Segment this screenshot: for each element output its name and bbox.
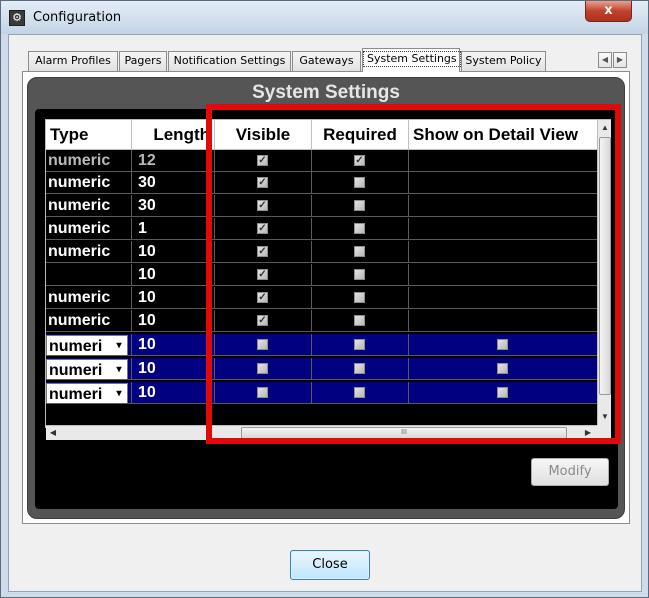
tab-label: System Policy [465, 54, 542, 67]
type-cell[interactable]: numeric [46, 218, 132, 240]
length-cell[interactable]: 12 [132, 150, 215, 172]
type-dropdown-value: numeri [49, 362, 103, 379]
length-cell[interactable]: 30 [132, 195, 215, 217]
type-cell[interactable]: numeri ▾ [46, 334, 132, 356]
gear-icon: ⚙ [9, 10, 25, 26]
title-bar[interactable]: ⚙ Configuration x [1, 1, 648, 34]
chevron-down-icon[interactable]: ▾ [111, 336, 127, 355]
tab-notification-settings[interactable]: Notification Settings [168, 51, 291, 71]
type-cell[interactable]: numeric [46, 310, 132, 332]
type-dropdown[interactable]: numeri ▾ [46, 359, 128, 379]
length-cell[interactable]: 10 [132, 264, 215, 286]
tab-scroll-right-icon[interactable]: ▶ [613, 52, 627, 68]
tab-label: Gateways [299, 54, 354, 67]
chevron-down-icon[interactable]: ▾ [111, 384, 127, 403]
type-dropdown-value: numeri [49, 386, 103, 403]
tab-gateways[interactable]: Gateways [292, 51, 361, 71]
window-close-button[interactable]: x [585, 1, 632, 22]
close-button[interactable]: Close [290, 550, 370, 580]
tab-scroll-left-icon[interactable]: ◀ [598, 52, 612, 68]
type-cell[interactable]: numeri ▾ [46, 358, 132, 380]
type-cell[interactable]: numeri ▾ [46, 382, 132, 404]
tab-label: Pagers [124, 54, 162, 67]
tab-pagers[interactable]: Pagers [119, 51, 167, 71]
length-cell[interactable]: 10 [132, 358, 215, 380]
length-cell[interactable]: 30 [132, 172, 215, 194]
type-cell[interactable]: numeric [46, 241, 132, 263]
column-header[interactable]: Type [46, 120, 132, 150]
type-dropdown[interactable]: numeri ▾ [46, 383, 128, 403]
chevron-down-icon[interactable]: ▾ [111, 360, 127, 379]
tab-system-policy[interactable]: System Policy [461, 51, 546, 71]
tab-label: System Settings [363, 51, 461, 67]
tab-label: Notification Settings [173, 54, 286, 67]
tab-alarm-profiles[interactable]: Alarm Profiles [28, 51, 118, 71]
type-cell[interactable]: numeric [46, 172, 132, 194]
length-cell[interactable]: 10 [132, 382, 215, 404]
tab-label: Alarm Profiles [35, 54, 111, 67]
highlight-annotation-box [206, 104, 621, 444]
length-cell[interactable]: 1 [132, 218, 215, 240]
window-title: Configuration [33, 10, 122, 25]
length-cell[interactable]: 10 [132, 287, 215, 309]
modify-button[interactable]: Modify [531, 458, 609, 486]
type-cell[interactable]: numeric [46, 150, 132, 172]
scroll-left-icon[interactable]: ◀ [46, 426, 60, 440]
type-cell[interactable]: numeric [46, 287, 132, 309]
type-cell[interactable]: numeric [46, 195, 132, 217]
type-cell[interactable] [46, 264, 132, 286]
length-cell[interactable]: 10 [132, 241, 215, 263]
length-cell[interactable]: 10 [132, 334, 215, 356]
panel-title: System Settings [252, 82, 400, 103]
type-dropdown-value: numeri [49, 338, 103, 355]
tab-system-settings[interactable]: System Settings [362, 48, 461, 72]
length-cell[interactable]: 10 [132, 310, 215, 332]
type-dropdown[interactable]: numeri ▾ [46, 335, 128, 355]
column-header[interactable]: Length [132, 120, 215, 150]
